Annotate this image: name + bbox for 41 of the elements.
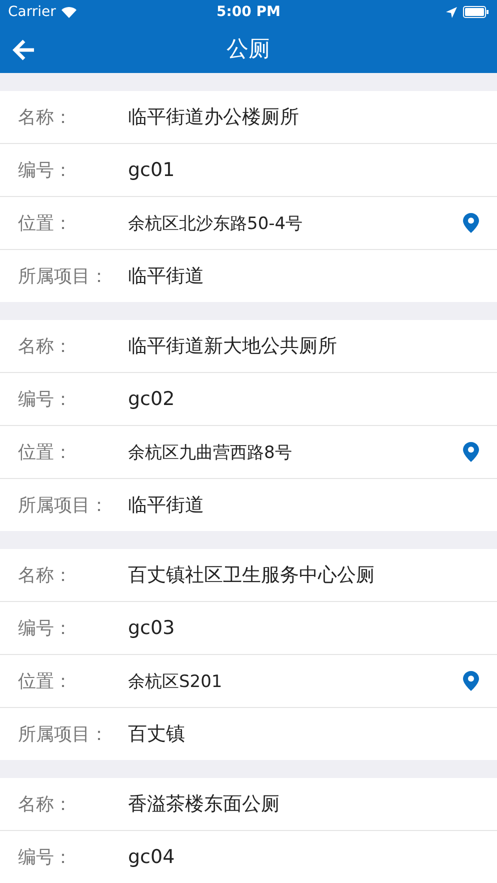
field-value: 余杭区九曲营西路8号 xyxy=(128,442,293,464)
field-value: gc04 xyxy=(128,846,176,868)
status-time: 5:00 PM xyxy=(216,4,280,20)
field-value: 余杭区北沙东路50-4号 xyxy=(128,212,304,234)
toilet-card[interactable]: 名称： 香溢茶楼东面公厕 编号： gc04 xyxy=(0,778,497,883)
location-pin-icon[interactable] xyxy=(463,213,479,233)
field-label: 所属项目： xyxy=(18,494,109,517)
field-value: 香溢茶楼东面公厕 xyxy=(128,792,281,817)
field-value: gc03 xyxy=(128,617,176,639)
field-value: gc02 xyxy=(128,388,176,410)
field-label: 位置： xyxy=(18,441,73,464)
carrier-label: Carrier xyxy=(8,4,56,20)
field-label: 编号： xyxy=(18,846,73,869)
field-value: 百丈镇 xyxy=(128,722,186,747)
page-title: 公厕 xyxy=(226,36,270,64)
field-label: 名称： xyxy=(18,793,73,816)
toilet-card[interactable]: 名称： 临平街道办公楼厕所 编号： gc01 位置： 余杭区北沙东路50-4号 所属项目： 临平街道 xyxy=(0,91,497,302)
field-label: 编号： xyxy=(18,159,73,182)
field-label: 位置： xyxy=(18,670,73,693)
field-label: 编号： xyxy=(18,617,73,640)
field-label: 名称： xyxy=(18,106,73,129)
toilet-card[interactable]: 名称： 百丈镇社区卫生服务中心公厕 编号： gc03 位置： 余杭区S201 所属项目： 百丈镇 xyxy=(0,549,497,760)
field-label: 所属项目： xyxy=(18,723,109,746)
field-value: 余杭区S201 xyxy=(128,670,224,692)
field-label: 名称： xyxy=(18,564,73,587)
field-value: gc01 xyxy=(128,159,176,181)
field-label: 所属项目： xyxy=(18,265,109,288)
location-pin-icon[interactable] xyxy=(463,671,479,691)
field-value: 临平街道 xyxy=(128,264,205,289)
field-value: 临平街道办公楼厕所 xyxy=(128,105,300,130)
field-label: 位置： xyxy=(18,212,73,235)
field-value: 百丈镇社区卫生服务中心公厕 xyxy=(128,563,376,588)
field-label: 名称： xyxy=(18,335,73,358)
wifi-icon xyxy=(60,6,77,18)
toilet-card[interactable]: 名称： 临平街道新大地公共厕所 编号： gc02 位置： 余杭区九曲营西路8号 所属项目： 临平街道 xyxy=(0,320,497,531)
field-value: 临平街道新大地公共厕所 xyxy=(128,334,338,359)
location-pin-icon[interactable] xyxy=(463,442,479,462)
field-value: 临平街道 xyxy=(128,493,205,518)
battery-icon xyxy=(462,6,489,18)
location-arrow-icon xyxy=(446,6,457,18)
field-label: 编号： xyxy=(18,388,73,411)
